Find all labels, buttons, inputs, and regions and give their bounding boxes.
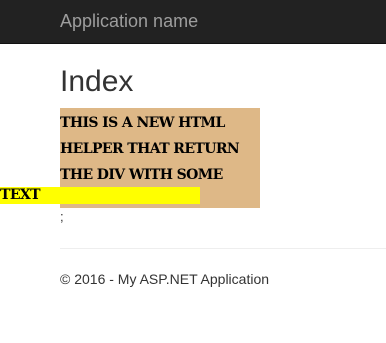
helper-text-line: helper that return <box>60 141 240 157</box>
helper-text: This is a new HTML helper that return th… <box>60 110 260 188</box>
brand-link[interactable]: Application name <box>60 11 198 31</box>
helper-text-line: This is a new HTML <box>60 115 225 131</box>
helper-highlight-text: text <box>0 187 200 204</box>
page-title: Index <box>60 65 134 98</box>
footer-copyright: © 2016 - My ASP.NET Application <box>60 271 270 287</box>
footer-divider <box>60 248 386 249</box>
helper-text-line: the div with some <box>60 167 223 183</box>
trailing-semicolon: ; <box>60 209 64 224</box>
top-navbar: Application name <box>0 0 386 44</box>
